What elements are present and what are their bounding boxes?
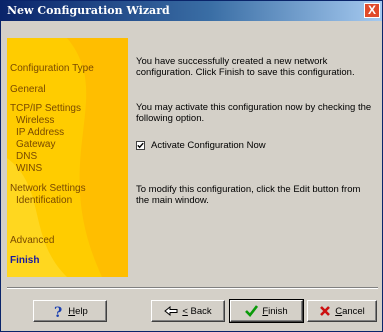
activate-checkbox[interactable] (136, 141, 145, 150)
step-general: General (10, 84, 46, 95)
wizard-window: New Configuration Wizard X Configuration… (0, 0, 383, 332)
close-icon: X (367, 3, 376, 17)
window-title: New Configuration Wizard (7, 4, 170, 17)
activate-instructions: You may activate this configuration now … (136, 102, 372, 124)
step-network-settings: Network Settings (10, 183, 86, 194)
step-tcpip-settings: TCP/IP Settings (10, 103, 81, 114)
back-button-label: < Back (182, 305, 212, 317)
checkmark-icon (137, 142, 144, 149)
activate-checkbox-label[interactable]: Activate Configuration Now (151, 140, 266, 151)
step-identification: Identification (16, 195, 73, 206)
left-arrow-icon (164, 306, 178, 316)
help-button[interactable]: ? Help (33, 300, 107, 322)
back-button[interactable]: < Back (151, 300, 225, 322)
button-separator (7, 287, 378, 289)
finish-button-label: Finish (262, 305, 288, 317)
question-mark-icon: ? (52, 305, 64, 318)
finish-button[interactable]: Finish (229, 299, 304, 323)
cancel-button-label: Cancel (335, 305, 365, 317)
step-configuration-type: Configuration Type (10, 63, 94, 74)
step-wireless: Wireless (16, 115, 55, 126)
step-finish: Finish (10, 255, 40, 266)
cancel-button[interactable]: Cancel (307, 300, 377, 322)
help-button-label: Help (68, 305, 88, 317)
wizard-steps-panel: Configuration Type General TCP/IP Settin… (7, 38, 128, 277)
title-bar[interactable]: New Configuration Wizard X (1, 1, 382, 21)
step-gateway: Gateway (16, 139, 56, 150)
success-message: You have successfully created a new netw… (136, 56, 355, 78)
modify-instructions: To modify this configuration, click the … (136, 184, 361, 206)
step-ip-address: IP Address (16, 127, 65, 138)
green-check-icon (245, 305, 259, 317)
red-x-icon (319, 305, 331, 317)
step-wins: WINS (16, 163, 43, 174)
close-button[interactable]: X (364, 3, 380, 18)
svg-text:?: ? (54, 305, 62, 318)
step-dns: DNS (16, 151, 38, 162)
step-advanced: Advanced (10, 235, 55, 246)
